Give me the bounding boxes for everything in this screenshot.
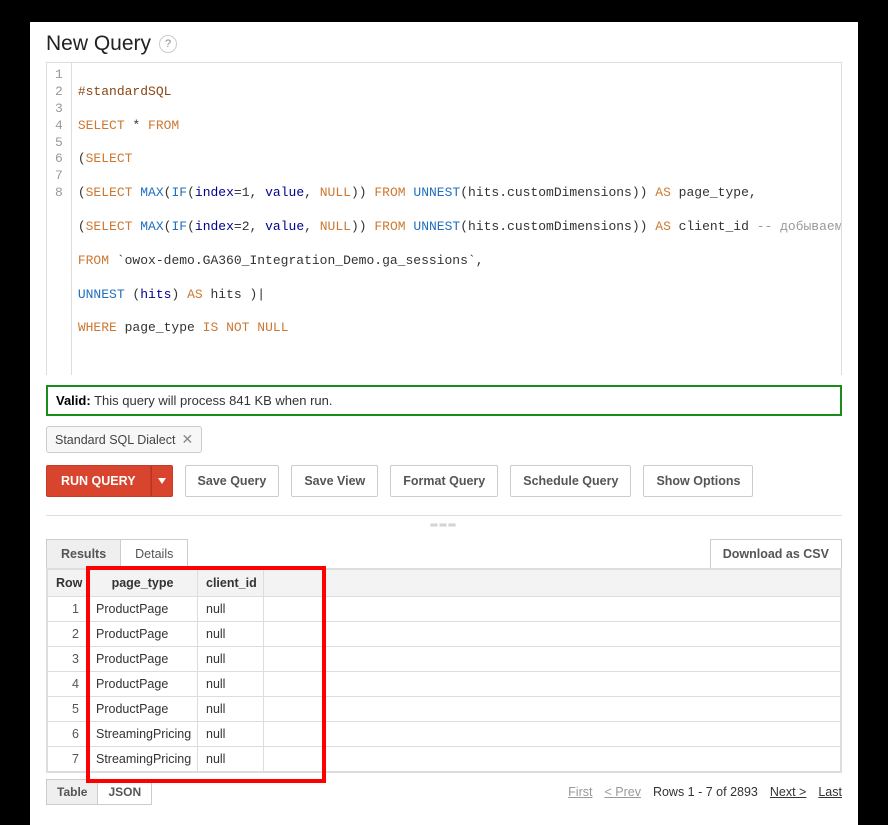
- cell-page-type: ProductPage: [88, 597, 198, 622]
- cell-empty: [264, 647, 841, 672]
- results-tabs: Results Details: [46, 539, 187, 569]
- cell-client-id: null: [198, 747, 264, 772]
- cell-page-type: StreamingPricing: [88, 722, 198, 747]
- cell-row-number: 4: [48, 672, 88, 697]
- view-tab-table[interactable]: Table: [46, 779, 98, 805]
- cell-row-number: 7: [48, 747, 88, 772]
- pager: First < Prev Rows 1 - 7 of 2893 Next > L…: [568, 779, 842, 805]
- table-row: 1ProductPagenull: [48, 597, 841, 622]
- cell-client-id: null: [198, 722, 264, 747]
- cell-page-type: ProductPage: [88, 672, 198, 697]
- valid-message: This query will process 841 KB when run.: [91, 393, 333, 408]
- cell-client-id: null: [198, 622, 264, 647]
- schedule-query-button[interactable]: Schedule Query: [510, 465, 631, 497]
- run-query-dropdown[interactable]: [151, 465, 173, 497]
- format-query-button[interactable]: Format Query: [390, 465, 498, 497]
- page-title: New Query: [46, 32, 151, 56]
- pager-next[interactable]: Next >: [770, 785, 806, 799]
- cell-empty: [264, 747, 841, 772]
- run-query-split-button: RUN QUERY: [46, 465, 173, 497]
- col-page-type: page_type: [88, 570, 198, 597]
- pager-status: Rows 1 - 7 of 2893: [653, 785, 758, 799]
- cell-empty: [264, 722, 841, 747]
- cell-page-type: ProductPage: [88, 622, 198, 647]
- cell-empty: [264, 672, 841, 697]
- results-table: Row page_type client_id 1ProductPagenull…: [47, 569, 841, 772]
- col-row: Row: [48, 570, 88, 597]
- line-gutter: 1 2 3 4 5 6 7 8: [47, 63, 72, 375]
- close-icon[interactable]: ✕: [181, 431, 193, 448]
- tab-results[interactable]: Results: [46, 539, 121, 569]
- cell-client-id: null: [198, 697, 264, 722]
- table-row: 7StreamingPricingnull: [48, 747, 841, 772]
- view-tabs: Table JSON: [46, 779, 151, 805]
- valid-label: Valid:: [56, 393, 91, 408]
- cell-row-number: 5: [48, 697, 88, 722]
- pager-prev[interactable]: < Prev: [604, 785, 640, 799]
- table-row: 5ProductPagenull: [48, 697, 841, 722]
- pager-last[interactable]: Last: [818, 785, 842, 799]
- cell-empty: [264, 597, 841, 622]
- cell-row-number: 3: [48, 647, 88, 672]
- resize-grip[interactable]: ═══: [46, 520, 842, 531]
- cell-row-number: 2: [48, 622, 88, 647]
- save-view-button[interactable]: Save View: [291, 465, 378, 497]
- title-row: New Query ?: [46, 32, 842, 56]
- table-row: 6StreamingPricingnull: [48, 722, 841, 747]
- sql-editor[interactable]: 1 2 3 4 5 6 7 8 #standardSQL SELECT * FR…: [46, 62, 842, 375]
- download-csv-button[interactable]: Download as CSV: [710, 539, 842, 569]
- dialect-chip-label: Standard SQL Dialect: [55, 433, 175, 447]
- save-query-button[interactable]: Save Query: [185, 465, 280, 497]
- code-area[interactable]: #standardSQL SELECT * FROM (SELECT (SELE…: [72, 63, 841, 375]
- cell-row-number: 6: [48, 722, 88, 747]
- cell-client-id: null: [198, 672, 264, 697]
- cell-client-id: null: [198, 597, 264, 622]
- cell-client-id: null: [198, 647, 264, 672]
- help-icon[interactable]: ?: [159, 35, 177, 53]
- query-editor-panel: New Query ? 1 2 3 4 5 6 7 8 #standardSQL…: [30, 22, 858, 825]
- table-header-row: Row page_type client_id: [48, 570, 841, 597]
- chevron-down-icon: [158, 478, 166, 484]
- pager-first[interactable]: First: [568, 785, 592, 799]
- table-row: 3ProductPagenull: [48, 647, 841, 672]
- col-empty: [264, 570, 841, 597]
- show-options-button[interactable]: Show Options: [643, 465, 753, 497]
- cell-page-type: StreamingPricing: [88, 747, 198, 772]
- results-toolbar: Results Details Download as CSV: [46, 539, 842, 569]
- table-row: 2ProductPagenull: [48, 622, 841, 647]
- results-footer: Table JSON First < Prev Rows 1 - 7 of 28…: [46, 779, 842, 805]
- cell-row-number: 1: [48, 597, 88, 622]
- run-query-button[interactable]: RUN QUERY: [46, 465, 151, 497]
- action-button-row: RUN QUERY Save Query Save View Format Qu…: [46, 465, 842, 516]
- cell-page-type: ProductPage: [88, 647, 198, 672]
- cell-page-type: ProductPage: [88, 697, 198, 722]
- cell-empty: [264, 697, 841, 722]
- validation-bar: Valid: This query will process 841 KB wh…: [46, 385, 842, 416]
- tab-details[interactable]: Details: [120, 539, 188, 569]
- results-table-wrap: Row page_type client_id 1ProductPagenull…: [46, 568, 842, 773]
- cell-empty: [264, 622, 841, 647]
- table-row: 4ProductPagenull: [48, 672, 841, 697]
- col-client-id: client_id: [198, 570, 264, 597]
- view-tab-json[interactable]: JSON: [97, 779, 152, 805]
- dialect-chip[interactable]: Standard SQL Dialect ✕: [46, 426, 202, 453]
